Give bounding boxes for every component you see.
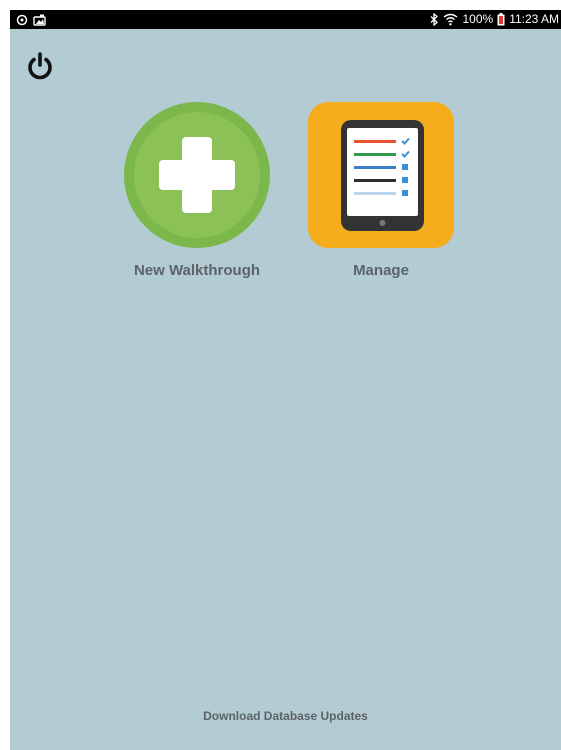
wifi-icon <box>443 13 458 26</box>
power-button[interactable] <box>24 50 56 82</box>
bluetooth-icon <box>430 13 439 26</box>
new-walkthrough-icon-wrap <box>124 102 270 248</box>
battery-icon <box>497 13 505 26</box>
photo-notification-icon <box>33 14 46 26</box>
manage-tile[interactable]: Manage <box>308 102 454 279</box>
battery-percent: 100% <box>462 12 494 26</box>
manage-icon-wrap <box>308 102 454 248</box>
tablet-checklist-icon <box>308 102 454 248</box>
status-left-icons <box>16 10 46 29</box>
download-database-updates-button[interactable]: Download Database Updates <box>10 709 561 723</box>
plus-icon <box>124 102 270 248</box>
status-right-icons: 100% 11:23 AM <box>430 10 559 29</box>
new-walkthrough-label: New Walkthrough <box>133 262 261 279</box>
app-screen: 100% 11:23 AM New Walkthrough Manage Dow… <box>10 10 561 750</box>
manage-label: Manage <box>353 262 409 279</box>
status-time: 11:23 AM <box>509 12 559 26</box>
status-bar: 100% 11:23 AM <box>10 10 561 29</box>
sync-icon <box>16 14 28 26</box>
new-walkthrough-tile[interactable]: New Walkthrough <box>122 102 272 279</box>
power-icon <box>28 52 52 80</box>
